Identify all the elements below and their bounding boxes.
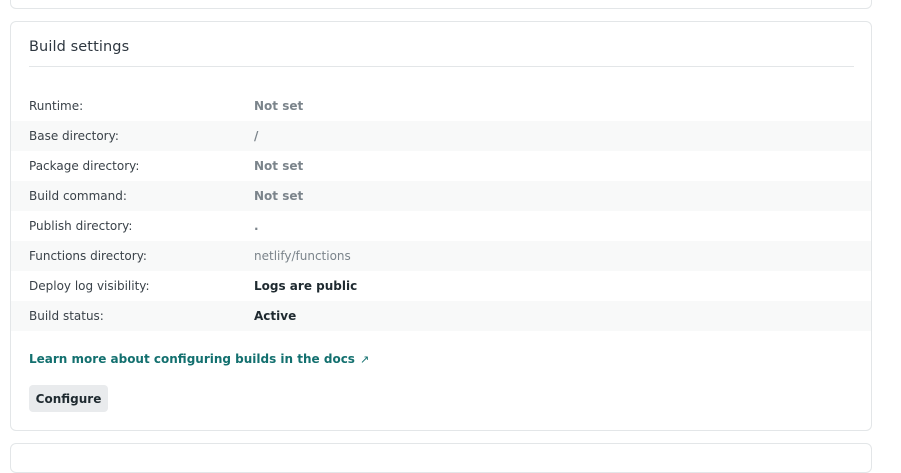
setting-row-build-command: Build command: Not set bbox=[11, 181, 871, 211]
setting-row-publish-directory: Publish directory: . bbox=[11, 211, 871, 241]
title-divider bbox=[29, 66, 854, 67]
settings-list: Runtime: Not set Base directory: / Packa… bbox=[11, 91, 871, 331]
external-link-icon: ↗ bbox=[359, 353, 370, 366]
setting-label: Package directory: bbox=[29, 159, 140, 173]
setting-value: netlify/functions bbox=[254, 249, 351, 263]
setting-label: Runtime: bbox=[29, 99, 84, 113]
setting-label: Build command: bbox=[29, 189, 127, 203]
setting-value: . bbox=[254, 219, 259, 233]
setting-label: Publish directory: bbox=[29, 219, 133, 233]
section-title: Build settings bbox=[29, 39, 130, 55]
setting-row-build-status: Build status: Active bbox=[11, 301, 871, 331]
setting-value: / bbox=[254, 129, 259, 143]
status-value: Active bbox=[254, 309, 297, 323]
setting-value: Not set bbox=[254, 159, 304, 173]
configure-button[interactable]: Configure bbox=[29, 385, 108, 412]
setting-value: Not set bbox=[254, 99, 304, 113]
setting-label: Functions directory: bbox=[29, 249, 147, 263]
setting-label: Base directory: bbox=[29, 129, 119, 143]
setting-row-runtime: Runtime: Not set bbox=[11, 91, 871, 121]
setting-label: Deploy log visibility: bbox=[29, 279, 150, 293]
setting-row-functions-directory: Functions directory: netlify/functions bbox=[11, 241, 871, 271]
docs-link-label: Learn more about configuring builds in t… bbox=[29, 352, 355, 366]
docs-link[interactable]: Learn more about configuring builds in t… bbox=[29, 352, 369, 366]
setting-row-base-directory: Base directory: / bbox=[11, 121, 871, 151]
previous-section-card bbox=[10, 0, 872, 9]
setting-row-package-directory: Package directory: Not set bbox=[11, 151, 871, 181]
setting-value: Logs are public bbox=[254, 279, 358, 293]
setting-label: Build status: bbox=[29, 309, 104, 323]
build-settings-card: Build settings Runtime: Not set Base dir… bbox=[10, 21, 872, 431]
next-section-card bbox=[10, 443, 872, 473]
setting-value: Not set bbox=[254, 189, 304, 203]
setting-row-deploy-log-visibility: Deploy log visibility: Logs are public bbox=[11, 271, 871, 301]
